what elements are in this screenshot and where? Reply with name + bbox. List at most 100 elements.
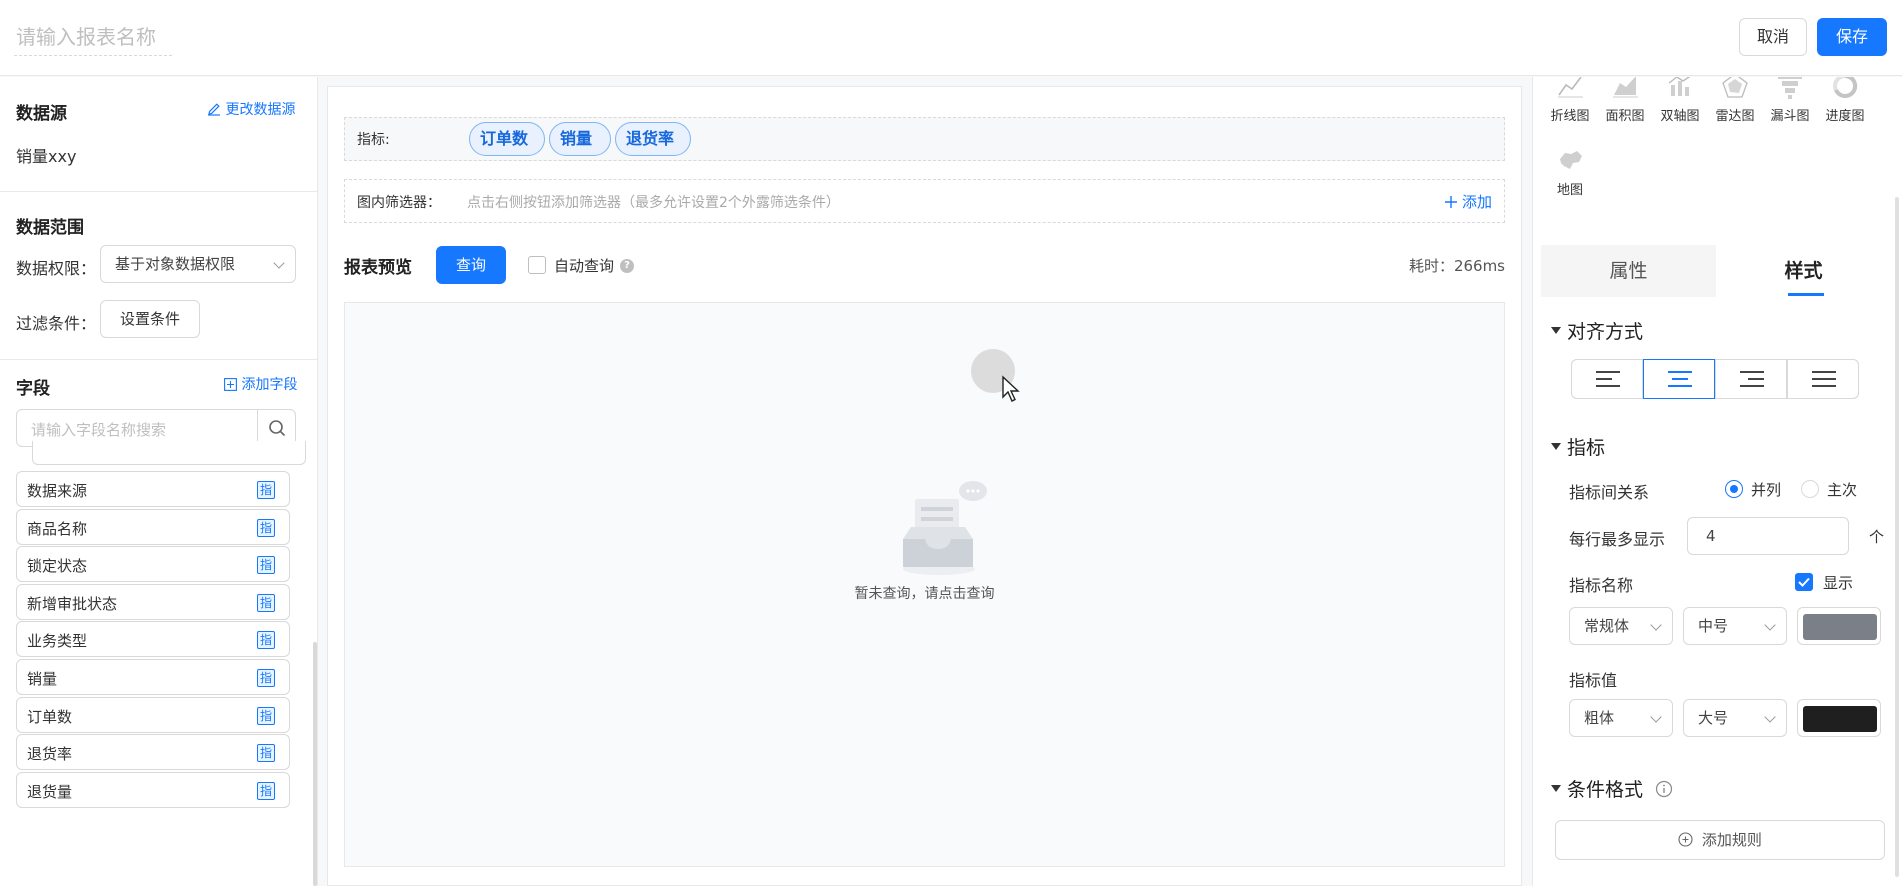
metric-value-label: 指标值: [1569, 671, 1618, 690]
align-justify-button[interactable]: [1787, 359, 1859, 399]
query-button[interactable]: 查询: [436, 246, 506, 284]
metric-chip[interactable]: 销量: [549, 122, 611, 156]
value-size-value: 大号: [1698, 709, 1729, 727]
value-color-swatch: [1803, 706, 1877, 732]
help-icon[interactable]: ?: [620, 259, 634, 273]
align-right-icon: [1740, 371, 1764, 392]
relation-option-parallel: 并列: [1751, 481, 1782, 499]
add-field-link[interactable]: 添加字段: [224, 374, 297, 394]
list-item[interactable]: 退货量 指: [16, 771, 290, 808]
name-color-picker[interactable]: [1797, 607, 1881, 645]
progress-chart-icon: [1833, 77, 1858, 98]
chevron-down-icon: [1764, 619, 1776, 631]
scrollbar[interactable]: [313, 642, 317, 886]
datasource-name: 销量xxy: [16, 147, 77, 166]
scrollbar[interactable]: [1895, 197, 1899, 877]
chart-type-dual-axis-chart[interactable]: 双轴图: [1650, 77, 1710, 124]
divider: [0, 359, 317, 360]
edit-icon: [208, 103, 220, 116]
chart-type-line-chart[interactable]: 折线图: [1540, 77, 1600, 124]
report-name-input[interactable]: 请输入报表名称: [14, 22, 172, 56]
name-font-select[interactable]: 常规体: [1569, 607, 1673, 645]
cursor-icon: [1002, 375, 1020, 402]
list-item[interactable]: 锁定状态 指: [16, 546, 290, 583]
relation-radio-primary[interactable]: [1801, 480, 1819, 498]
value-font-select[interactable]: 粗体: [1569, 699, 1673, 737]
list-item[interactable]: 业务类型 指: [16, 621, 290, 658]
field-label: 退货量: [27, 782, 73, 801]
metric-tag: 指: [257, 481, 275, 499]
chart-type-progress-chart[interactable]: 进度图: [1815, 77, 1875, 124]
relation-radio-parallel[interactable]: [1725, 480, 1743, 498]
name-color-swatch: [1803, 614, 1877, 640]
align-left-button[interactable]: [1571, 359, 1643, 399]
field-label: 新增审批状态: [27, 594, 118, 613]
list-item[interactable]: 商品名称 指: [16, 508, 290, 545]
metric-tag: 指: [257, 631, 275, 650]
change-datasource-link[interactable]: 更改数据源: [207, 99, 295, 119]
field-label: 数据来源: [27, 482, 88, 500]
filter-row-hint: 点击右侧按钮添加筛选器（最多允许设置2个外露筛选条件）: [467, 195, 840, 211]
chart-type-label: 折线图: [1550, 109, 1590, 124]
chart-type-label: 进度图: [1825, 109, 1865, 124]
cond-title-text: 条件格式: [1567, 779, 1644, 801]
align-section-title[interactable]: 对齐方式: [1551, 317, 1643, 344]
fields-title: 字段: [16, 379, 50, 399]
list-item[interactable]: [32, 441, 306, 465]
auto-query-label: 自动查询: [554, 257, 615, 275]
map-chart-icon: [1560, 151, 1582, 169]
change-datasource-label: 更改数据源: [225, 102, 296, 118]
add-rule-button[interactable]: 添加规则: [1555, 820, 1885, 860]
list-item[interactable]: 数据来源 指: [16, 471, 290, 507]
plus-circle-icon: [1678, 832, 1693, 847]
field-label: 锁定状态: [27, 557, 88, 576]
tab-style[interactable]: 样式: [1716, 245, 1891, 297]
line-chart-icon: [1558, 77, 1583, 98]
auto-query-checkbox[interactable]: [528, 256, 546, 274]
per-row-input[interactable]: 4: [1687, 517, 1849, 555]
align-center-button[interactable]: [1643, 359, 1715, 399]
name-font-value: 常规体: [1584, 617, 1630, 635]
data-range-title: 数据范围: [16, 218, 84, 238]
permission-select[interactable]: 基于对象数据权限: [100, 245, 296, 283]
list-item[interactable]: 新增审批状态 指: [16, 583, 290, 620]
list-item[interactable]: 订单数 指: [16, 696, 290, 733]
align-right-button[interactable]: [1715, 359, 1787, 399]
list-item[interactable]: 退货率 指: [16, 734, 290, 771]
chevron-down-icon: [1650, 619, 1662, 631]
metric-section-title[interactable]: 指标: [1551, 433, 1605, 460]
value-color-picker[interactable]: [1797, 699, 1881, 737]
top-bar: 请输入报表名称 取消 保存: [0, 0, 1902, 76]
metric-tag: 指: [257, 593, 275, 612]
tab-properties[interactable]: 属性: [1541, 245, 1716, 297]
metrics-drop-zone[interactable]: 指标: 订单数 销量 退货率: [344, 117, 1505, 161]
metric-tag: 指: [257, 781, 275, 800]
panel-tabs: 属性 样式: [1541, 245, 1891, 297]
cancel-button[interactable]: 取消: [1739, 18, 1807, 56]
chart-type-map-chart[interactable]: 地图: [1540, 145, 1600, 198]
preview-title: 报表预览: [344, 258, 412, 278]
caret-down-icon: [1551, 785, 1561, 792]
chart-type-funnel-chart[interactable]: 漏斗图: [1760, 77, 1820, 124]
set-filter-button[interactable]: 设置条件: [100, 300, 200, 338]
chart-type-radar-chart[interactable]: 雷达图: [1705, 77, 1765, 124]
left-panel: 数据源 更改数据源 销量xxy 数据范围 数据权限： 基于对象数据权限 过滤条件…: [0, 77, 318, 886]
field-label: 销量: [27, 670, 58, 688]
conditional-format-title[interactable]: 条件格式: [1551, 775, 1673, 802]
list-item[interactable]: 销量 指: [16, 659, 290, 695]
metric-chip[interactable]: 退货率: [615, 122, 691, 156]
save-button[interactable]: 保存: [1817, 18, 1887, 56]
name-size-select[interactable]: 中号: [1683, 607, 1787, 645]
metric-chip[interactable]: 订单数: [469, 122, 545, 156]
show-name-checkbox[interactable]: [1795, 573, 1813, 591]
metrics-label: 指标:: [357, 132, 390, 148]
metric-tag: 指: [257, 744, 275, 763]
chart-type-area-chart[interactable]: 面积图: [1595, 77, 1655, 124]
chart-type-label: 漏斗图: [1770, 109, 1810, 124]
add-filter-button[interactable]: 添加: [1445, 191, 1492, 212]
filter-label: 过滤条件：: [16, 314, 97, 333]
value-size-select[interactable]: 大号: [1683, 699, 1787, 737]
chevron-down-icon: [1650, 711, 1662, 723]
relation-label: 指标间关系: [1569, 483, 1650, 502]
align-title-text: 对齐方式: [1567, 321, 1644, 343]
